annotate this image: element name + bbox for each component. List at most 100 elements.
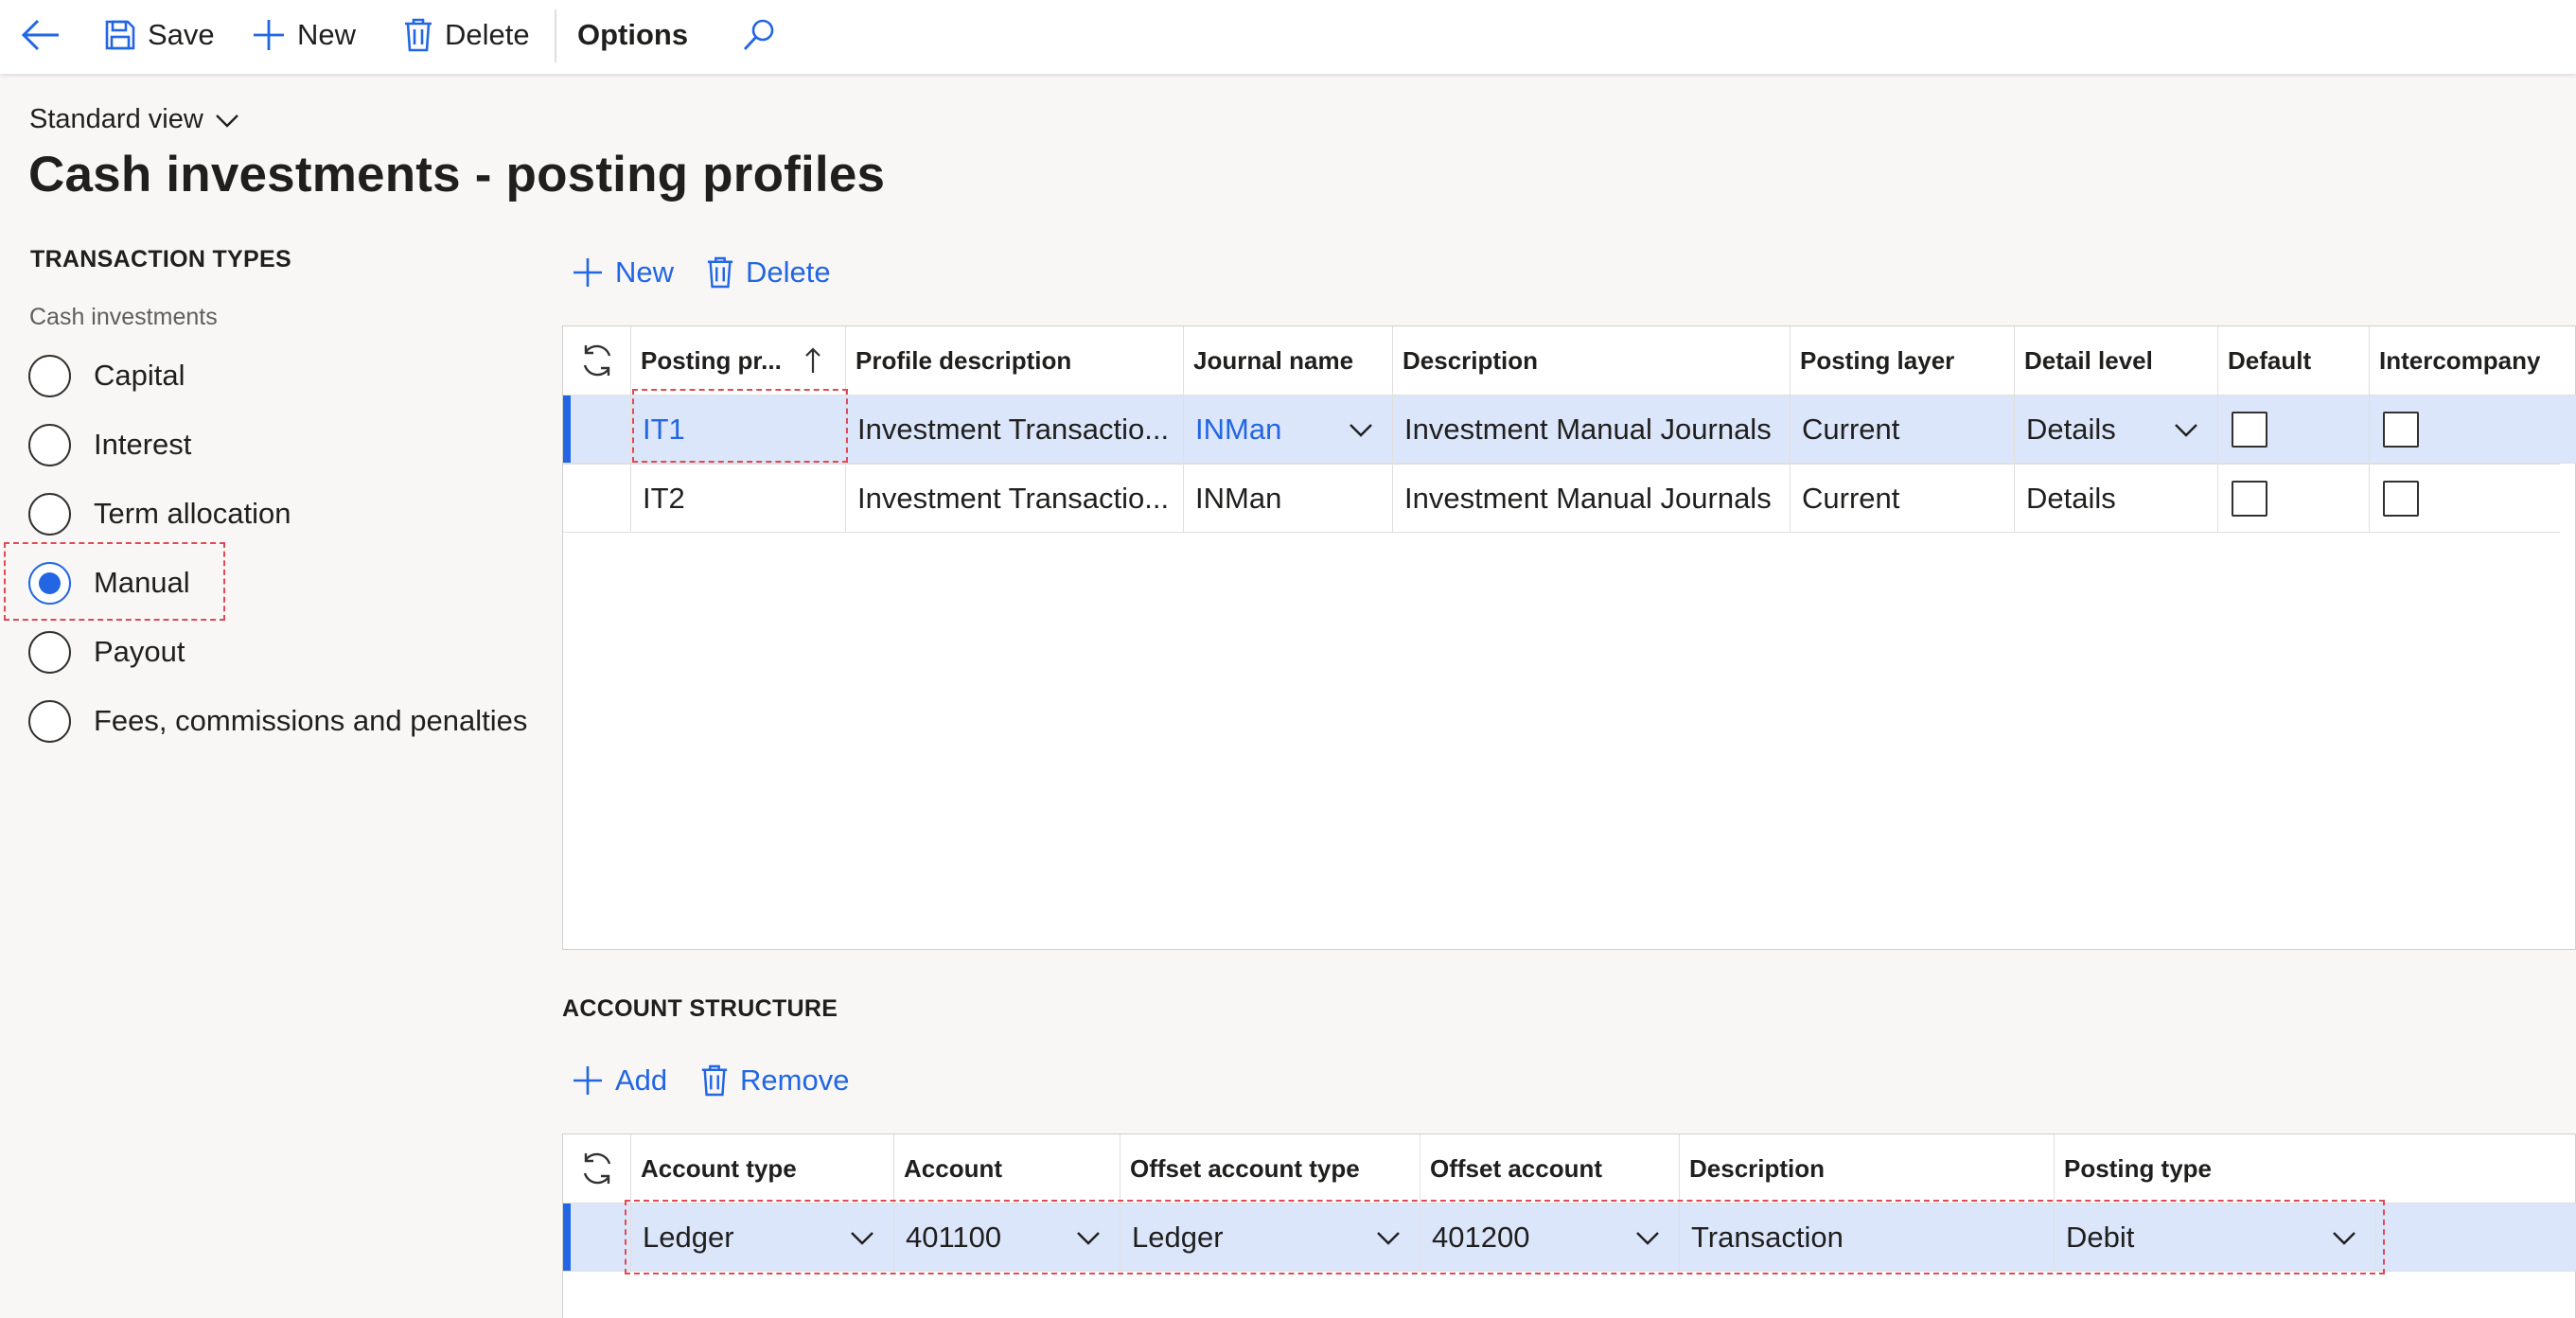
column-header-account[interactable]: Account xyxy=(894,1134,1120,1203)
grid-refresh-button[interactable] xyxy=(563,1134,631,1203)
grid-refresh-button[interactable] xyxy=(563,326,631,395)
cell-default xyxy=(2218,395,2370,463)
search-button[interactable] xyxy=(742,0,776,70)
account-structure-grid: Account type Account Offset account type… xyxy=(562,1133,2576,1318)
table-row[interactable]: Ledger 401100 Ledger 401200 Transaction … xyxy=(563,1203,2576,1272)
add-button[interactable]: Add xyxy=(572,1060,667,1101)
column-header-offset-account[interactable]: Offset account xyxy=(1420,1134,1680,1203)
column-header-description[interactable]: Description xyxy=(1680,1134,2055,1203)
table-row[interactable]: IT1 Investment Transactio... INMan Inves… xyxy=(563,395,2576,464)
chevron-down-icon xyxy=(2175,423,2197,437)
intercompany-checkbox[interactable] xyxy=(2383,411,2419,448)
profiles-new-button[interactable]: New xyxy=(572,252,674,293)
chevron-down-icon xyxy=(1377,1231,1400,1245)
detail-level-dropdown[interactable]: Details xyxy=(2015,395,2218,463)
cell-detail-level[interactable]: Details xyxy=(2015,465,2218,532)
cell-posting-layer: Current xyxy=(1791,395,2015,463)
remove-label: Remove xyxy=(740,1063,850,1097)
radio-button[interactable] xyxy=(28,699,71,743)
journal-name-value: INMan xyxy=(1195,412,1282,446)
offset-account-type-dropdown[interactable]: Ledger xyxy=(1120,1204,1420,1271)
column-header-posting-type[interactable]: Posting type xyxy=(2055,1134,2576,1203)
view-selector-label: Standard view xyxy=(29,104,203,134)
radio-button[interactable] xyxy=(28,423,71,466)
save-label: Save xyxy=(148,18,215,51)
cell-profile-description[interactable]: Investment Transactio... xyxy=(846,395,1184,463)
table-row[interactable]: IT2 Investment Transactio... INMan Inves… xyxy=(563,464,2560,533)
journal-name-dropdown[interactable]: INMan xyxy=(1184,395,1393,463)
radio-term-allocation[interactable]: Term allocation xyxy=(28,490,291,537)
cell-journal-name[interactable]: INMan xyxy=(1184,465,1393,532)
search-icon xyxy=(743,19,774,50)
save-button[interactable]: Save xyxy=(104,0,215,70)
column-header-label: Description xyxy=(1403,345,1539,375)
offset-account-type-value: Ledger xyxy=(1132,1220,1224,1254)
column-header-label: Offset account type xyxy=(1130,1153,1360,1183)
cell-default xyxy=(2218,465,2370,532)
radio-manual[interactable]: Manual xyxy=(28,559,190,606)
radio-capital[interactable]: Capital xyxy=(28,352,185,399)
new-label: New xyxy=(297,18,357,51)
radio-fees-commissions-penalties[interactable]: Fees, commissions and penalties xyxy=(28,697,527,745)
account-type-dropdown[interactable]: Ledger xyxy=(631,1204,894,1271)
delete-button[interactable]: Delete xyxy=(403,0,530,70)
radio-payout[interactable]: Payout xyxy=(28,628,185,676)
profiles-delete-button[interactable]: Delete xyxy=(706,252,831,293)
plus-icon xyxy=(573,1066,602,1095)
posting-type-value: Debit xyxy=(2066,1220,2135,1254)
description-field[interactable]: Transaction xyxy=(1680,1204,2055,1271)
cell-posting-profile[interactable]: IT2 xyxy=(631,465,846,532)
cell-profile-description[interactable]: Investment Transactio... xyxy=(846,465,1184,532)
profiles-new-label: New xyxy=(615,255,675,289)
default-checkbox[interactable] xyxy=(2232,411,2267,448)
radio-button[interactable] xyxy=(28,492,71,536)
radio-label: Capital xyxy=(94,359,185,392)
row-selector[interactable] xyxy=(563,1204,631,1271)
column-header-label: Account type xyxy=(641,1153,797,1183)
trash-icon xyxy=(707,256,733,289)
profiles-delete-label: Delete xyxy=(746,255,831,289)
column-header-detail-level[interactable]: Detail level xyxy=(2015,326,2218,395)
radio-interest[interactable]: Interest xyxy=(28,421,191,468)
column-header-intercompany[interactable]: Intercompany xyxy=(2370,326,2576,395)
radio-button[interactable] xyxy=(28,630,71,674)
cell-description: Investment Manual Journals xyxy=(1393,465,1791,532)
delete-label: Delete xyxy=(445,18,530,51)
row-selector[interactable] xyxy=(563,465,631,532)
refresh-icon xyxy=(583,1152,610,1185)
intercompany-checkbox[interactable] xyxy=(2383,480,2419,517)
column-header-account-type[interactable]: Account type xyxy=(631,1134,894,1203)
column-header-posting-layer[interactable]: Posting layer xyxy=(1791,326,2015,395)
column-header-profile-description[interactable]: Profile description xyxy=(846,326,1184,395)
view-selector[interactable]: Standard view xyxy=(29,104,239,135)
cell-intercompany xyxy=(2370,395,2576,463)
default-checkbox[interactable] xyxy=(2232,480,2267,517)
posting-type-dropdown[interactable]: Debit xyxy=(2055,1204,2376,1271)
column-header-offset-account-type[interactable]: Offset account type xyxy=(1120,1134,1420,1203)
column-header-journal-name[interactable]: Journal name xyxy=(1184,326,1393,395)
column-header-label: Description xyxy=(1689,1153,1826,1183)
column-header-default[interactable]: Default xyxy=(2218,326,2370,395)
row-selector[interactable] xyxy=(563,395,631,463)
column-header-posting-profile[interactable]: Posting pr... xyxy=(631,326,846,395)
cell-posting-profile[interactable]: IT1 xyxy=(631,395,846,463)
radio-button[interactable] xyxy=(28,354,71,397)
radio-button-selected[interactable] xyxy=(28,561,71,605)
account-type-value: Ledger xyxy=(643,1220,734,1254)
remove-button[interactable]: Remove xyxy=(700,1060,849,1101)
cell-intercompany xyxy=(2370,465,2560,532)
account-dropdown[interactable]: 401100 xyxy=(894,1204,1120,1271)
transaction-types-subheading: Cash investments xyxy=(29,304,218,330)
column-header-description[interactable]: Description xyxy=(1393,326,1791,395)
transaction-types-heading: TRANSACTION TYPES xyxy=(30,246,291,272)
back-arrow-icon xyxy=(21,19,59,51)
sort-ascending-icon xyxy=(805,347,820,373)
options-menu[interactable]: Options xyxy=(577,0,688,70)
radio-selected-dot xyxy=(39,571,61,594)
back-button[interactable] xyxy=(21,0,61,70)
options-label: Options xyxy=(577,18,689,51)
offset-account-dropdown[interactable]: 401200 xyxy=(1420,1204,1680,1271)
toolbar-divider xyxy=(555,9,556,62)
chevron-down-icon xyxy=(851,1231,873,1245)
new-button[interactable]: New xyxy=(252,0,356,70)
